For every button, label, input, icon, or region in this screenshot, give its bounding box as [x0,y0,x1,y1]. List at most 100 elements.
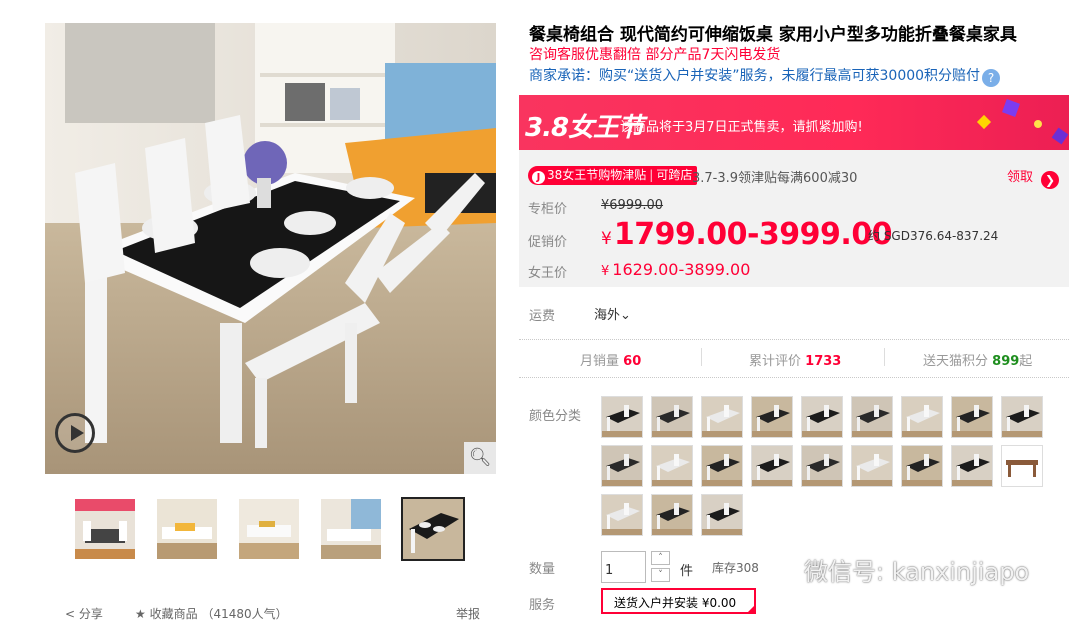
service-option-delivery-install[interactable]: 送货入户并安装 ¥0.00 [601,588,756,614]
color-swatch[interactable] [851,396,893,438]
confetti-shape [976,114,992,130]
promo-banner: 3.8女王节 该商品将于3月7日正式售卖，请抓紧加购! [519,95,1069,150]
quantity-increase-button[interactable]: ˄ [651,551,670,565]
original-price-label: 专柜价 [528,202,568,217]
thumbnail-image [321,499,381,559]
chevron-right-icon: ❯ [1041,171,1060,189]
report-link[interactable]: 举报 [456,605,480,620]
color-swatch[interactable] [851,445,893,487]
swatch-image [952,446,992,486]
main-product-image[interactable]: 🔍︎ [45,23,496,474]
color-swatch[interactable] [601,445,643,487]
quantity-input[interactable]: 1 [601,551,646,583]
dining-set-photo [45,23,496,474]
swatch-image [602,397,642,437]
color-swatch[interactable] [951,445,993,487]
sale-price: ¥1799.00-3999.00 [601,217,893,252]
confetti-shape [1034,120,1042,128]
share-button[interactable]: < 分享 [65,605,103,620]
thumbnail-3[interactable] [237,497,301,561]
confetti-shape [1051,127,1069,145]
wechat-watermark: 微信号: kanxinjiapo [760,552,1029,587]
product-title: 餐桌椅组合 现代简约可伸缩饭桌 家用小户型多功能折叠餐桌家具 [529,25,1017,45]
thumbnail-4[interactable] [319,497,383,561]
swatch-image [802,446,842,486]
swatch-image [1002,446,1042,486]
thumbnail-image [157,499,217,559]
color-label: 颜色分类 [529,409,582,424]
swatch-image [952,397,992,437]
swatch-image [652,495,692,535]
play-video-button[interactable] [55,413,95,453]
swatch-image [1002,397,1042,437]
color-swatch[interactable] [651,494,693,536]
swatch-image [852,397,892,437]
swatch-image [752,446,792,486]
color-swatch[interactable] [601,494,643,536]
thumbnail-image [403,499,463,559]
shipping-dropdown[interactable]: 海外⌄ [594,304,631,323]
sale-price-label: 促销价 [528,235,568,250]
swatch-image [702,446,742,486]
help-icon[interactable]: ? [982,69,1001,87]
color-swatch[interactable] [801,396,843,438]
color-swatch[interactable] [701,494,743,536]
thumbnail-image [239,499,299,559]
confetti-shape [1002,99,1020,117]
thumbnail-5[interactable] [401,497,465,561]
color-swatch[interactable] [1001,445,1043,487]
divider [519,377,1069,378]
color-swatch[interactable] [951,396,993,438]
zoom-icon[interactable]: 🔍︎ [464,442,496,474]
color-swatch[interactable] [701,396,743,438]
shipping-label: 运费 [529,309,556,324]
color-swatch[interactable] [901,396,943,438]
thumbnail-1[interactable] [73,497,137,561]
swatch-image [902,446,942,486]
color-swatch-grid [601,396,1051,540]
thumbnail-strip [73,497,473,563]
queen-price-label: 女王价 [528,266,568,281]
merchant-promise: 商家承诺：购买“送货入户并安装”服务，未履行最高可获30000积分赔付? [529,65,1001,87]
service-label: 服务 [529,598,556,613]
color-swatch[interactable] [1001,396,1043,438]
color-swatch[interactable] [901,445,943,487]
stock-count: 库存308 [712,561,759,575]
quantity-unit: 件 [680,564,694,579]
color-swatch[interactable] [701,445,743,487]
queen-price: ¥1629.00-3899.00 [601,260,751,279]
monthly-sales: 月销量 60 [580,354,642,369]
share-icon: < [65,607,76,620]
favorite-button[interactable]: ★ 收藏商品 （41480人气） [135,605,288,620]
swatch-image [902,397,942,437]
quantity-decrease-button[interactable]: ˅ [651,568,670,582]
coupon-badge: J 38女王节购物津贴 | 可跨店 [528,166,698,185]
swatch-image [602,495,642,535]
swatch-image [602,446,642,486]
color-swatch[interactable] [651,396,693,438]
original-price: ¥6999.00 [601,198,664,213]
swatch-image [852,446,892,486]
wechat-icon [761,557,796,582]
color-swatch[interactable] [751,396,793,438]
swatch-image [752,397,792,437]
chevron-down-icon: ⌄ [620,308,631,323]
coupon-text: 3.7-3.9领津贴每满600减30 [692,171,858,186]
color-swatch[interactable] [651,445,693,487]
sales-stats: 月销量 60 累计评价 1733 送天猫积分 899起 [519,340,1069,376]
color-swatch[interactable] [601,396,643,438]
swatch-image [702,495,742,535]
price-panel: J 38女王节购物津贴 | 可跨店 3.7-3.9领津贴每满600减30 领取 ❯ 专柜… [519,150,1069,287]
color-swatch[interactable] [751,445,793,487]
star-icon: ★ [135,607,146,620]
tmall-points: 送天猫积分 899起 [923,354,1033,369]
claim-coupon-button[interactable]: 领取 ❯ [1007,166,1060,189]
swatch-image [702,397,742,437]
swatch-image [652,397,692,437]
quantity-label: 数量 [529,562,556,577]
thumbnail-2[interactable] [155,497,219,561]
review-count[interactable]: 累计评价 1733 [749,350,841,369]
divider [884,348,885,366]
color-swatch[interactable] [801,445,843,487]
thumbnail-image [75,499,135,559]
